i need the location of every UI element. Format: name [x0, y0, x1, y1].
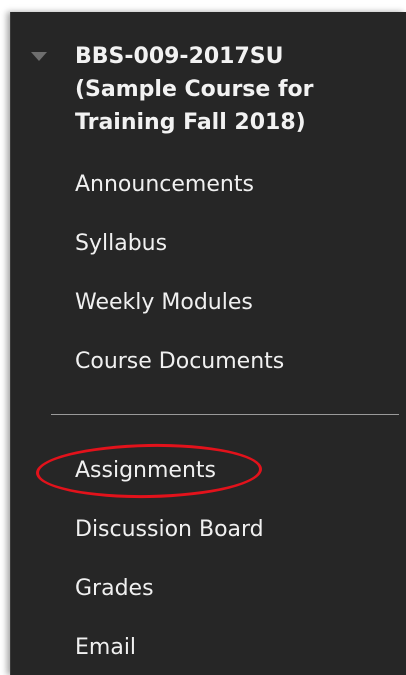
- menu-item-email[interactable]: Email: [75, 633, 136, 663]
- menu-divider: [51, 414, 399, 415]
- course-header[interactable]: BBS-009-2017SU (Sample Course for Traini…: [31, 40, 391, 139]
- menu-item-discussion-board[interactable]: Discussion Board: [75, 515, 264, 545]
- menu-item-weekly-modules[interactable]: Weekly Modules: [75, 288, 253, 318]
- caret-down-icon[interactable]: [31, 52, 47, 61]
- menu-item-syllabus[interactable]: Syllabus: [75, 229, 167, 259]
- course-menu-panel: BBS-009-2017SU (Sample Course for Traini…: [10, 12, 406, 675]
- menu-item-course-documents[interactable]: Course Documents: [75, 347, 284, 377]
- course-title[interactable]: BBS-009-2017SU (Sample Course for Traini…: [75, 40, 391, 139]
- menu-item-grades[interactable]: Grades: [75, 574, 154, 604]
- menu-item-announcements[interactable]: Announcements: [75, 170, 254, 200]
- menu-item-assignments[interactable]: Assignments: [75, 456, 216, 486]
- screenshot-frame: BBS-009-2017SU (Sample Course for Traini…: [0, 0, 406, 675]
